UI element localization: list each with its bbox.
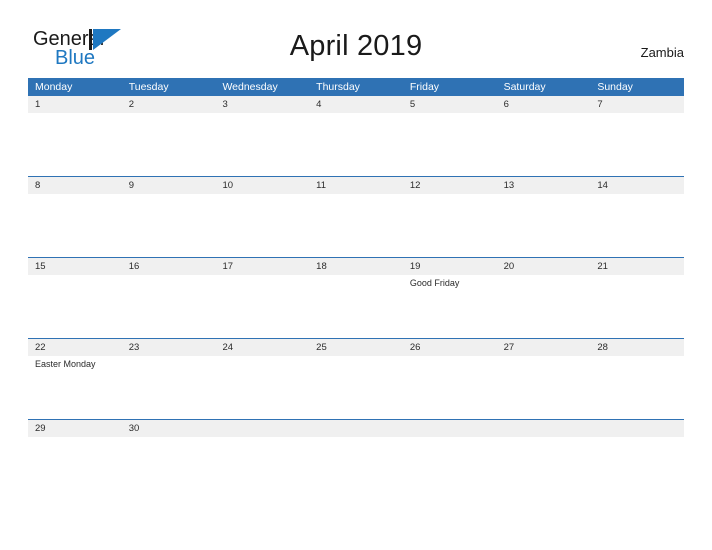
day-cell[interactable] [28, 194, 122, 257]
day-number[interactable]: 9 [122, 177, 216, 194]
day-cell[interactable] [590, 356, 684, 419]
weekday-header-saturday: Saturday [503, 81, 546, 93]
day-number[interactable]: 12 [403, 177, 497, 194]
day-number[interactable]: 19 [403, 258, 497, 275]
day-number[interactable]: 14 [590, 177, 684, 194]
weekday-header-friday: Friday [409, 81, 440, 93]
day-number[interactable]: 16 [122, 258, 216, 275]
day-number[interactable] [590, 420, 684, 437]
day-number[interactable] [309, 420, 403, 437]
weekday-header-tuesday: Tuesday [128, 81, 169, 93]
page-title: April 2019 [289, 30, 423, 62]
day-number[interactable]: 30 [122, 420, 216, 437]
day-cell[interactable] [403, 113, 497, 176]
calendar-grid: Monday Tuesday Wednesday Thursday Friday… [28, 78, 684, 437]
day-cell[interactable] [28, 275, 122, 338]
page-header: General Blue April 2019 Zambia [0, 0, 712, 76]
day-number[interactable]: 4 [309, 96, 403, 113]
day-number[interactable]: 1 [28, 96, 122, 113]
day-cell[interactable] [215, 356, 309, 419]
day-number[interactable]: 22 [28, 339, 122, 356]
day-cell[interactable] [403, 356, 497, 419]
country-label: Zambia [640, 45, 684, 60]
calendar-page: General Blue April 2019 Zambia Monday Tu… [0, 0, 712, 550]
day-cell[interactable] [122, 275, 216, 338]
day-cell[interactable] [309, 194, 403, 257]
day-cell[interactable] [590, 113, 684, 176]
week-date-strip: 29 30 [28, 420, 684, 437]
day-cell[interactable] [497, 275, 591, 338]
weekday-header-thursday: Thursday [316, 81, 360, 93]
weekday-header-row: Monday Tuesday Wednesday Thursday Friday… [28, 78, 684, 96]
weekday-header-wednesday: Wednesday [222, 81, 278, 93]
day-cell[interactable] [122, 356, 216, 419]
day-number[interactable]: 21 [590, 258, 684, 275]
day-cell[interactable] [215, 113, 309, 176]
day-number[interactable]: 29 [28, 420, 122, 437]
day-number[interactable] [497, 420, 591, 437]
event-label: Good Friday [409, 278, 460, 288]
week-body-strip: Easter Monday [28, 356, 684, 419]
day-cell[interactable] [309, 275, 403, 338]
day-cell[interactable] [309, 113, 403, 176]
weekday-header-monday: Monday [35, 81, 73, 93]
week-date-strip: 8 9 10 11 12 13 14 [28, 177, 684, 194]
day-number[interactable]: 26 [403, 339, 497, 356]
day-number[interactable]: 11 [309, 177, 403, 194]
day-cell[interactable] [122, 194, 216, 257]
week-date-strip: 1 2 3 4 5 6 7 [28, 96, 684, 113]
day-cell[interactable] [497, 356, 591, 419]
week-row: 1 2 3 4 5 6 7 [28, 96, 684, 176]
day-cell[interactable] [215, 194, 309, 257]
day-cell[interactable] [215, 275, 309, 338]
day-number[interactable]: 17 [215, 258, 309, 275]
day-number[interactable] [215, 420, 309, 437]
day-cell[interactable] [309, 356, 403, 419]
day-number[interactable]: 24 [215, 339, 309, 356]
week-row: 8 9 10 11 12 13 14 [28, 176, 684, 257]
day-cell[interactable]: Good Friday [403, 275, 497, 338]
week-body-strip [28, 113, 684, 176]
day-number[interactable]: 25 [309, 339, 403, 356]
day-number[interactable]: 6 [497, 96, 591, 113]
day-number[interactable]: 3 [215, 96, 309, 113]
week-body-strip: Good Friday [28, 275, 684, 338]
day-number[interactable]: 10 [215, 177, 309, 194]
event-label: Easter Monday [35, 359, 96, 369]
week-body-strip [28, 194, 684, 257]
day-number[interactable]: 18 [309, 258, 403, 275]
week-row: 22 23 24 25 26 27 28 Easter Monday [28, 338, 684, 419]
day-number[interactable]: 13 [497, 177, 591, 194]
day-number[interactable]: 2 [122, 96, 216, 113]
weekday-header-sunday: Sunday [597, 81, 633, 93]
day-cell[interactable] [403, 194, 497, 257]
day-cell[interactable] [497, 113, 591, 176]
week-row: 29 30 [28, 419, 684, 437]
day-number[interactable]: 8 [28, 177, 122, 194]
day-cell[interactable] [28, 113, 122, 176]
week-date-strip: 22 23 24 25 26 27 28 [28, 339, 684, 356]
day-number[interactable]: 27 [497, 339, 591, 356]
day-number[interactable]: 7 [590, 96, 684, 113]
day-number[interactable]: 5 [403, 96, 497, 113]
day-cell[interactable] [590, 275, 684, 338]
week-row: 15 16 17 18 19 20 21 Good Friday [28, 257, 684, 338]
day-number[interactable]: 20 [497, 258, 591, 275]
day-cell[interactable] [497, 194, 591, 257]
day-number[interactable] [403, 420, 497, 437]
day-number[interactable]: 15 [28, 258, 122, 275]
day-cell[interactable]: Easter Monday [28, 356, 122, 419]
day-cell[interactable] [590, 194, 684, 257]
day-cell[interactable] [122, 113, 216, 176]
day-number[interactable]: 28 [590, 339, 684, 356]
day-number[interactable]: 23 [122, 339, 216, 356]
week-date-strip: 15 16 17 18 19 20 21 [28, 258, 684, 275]
